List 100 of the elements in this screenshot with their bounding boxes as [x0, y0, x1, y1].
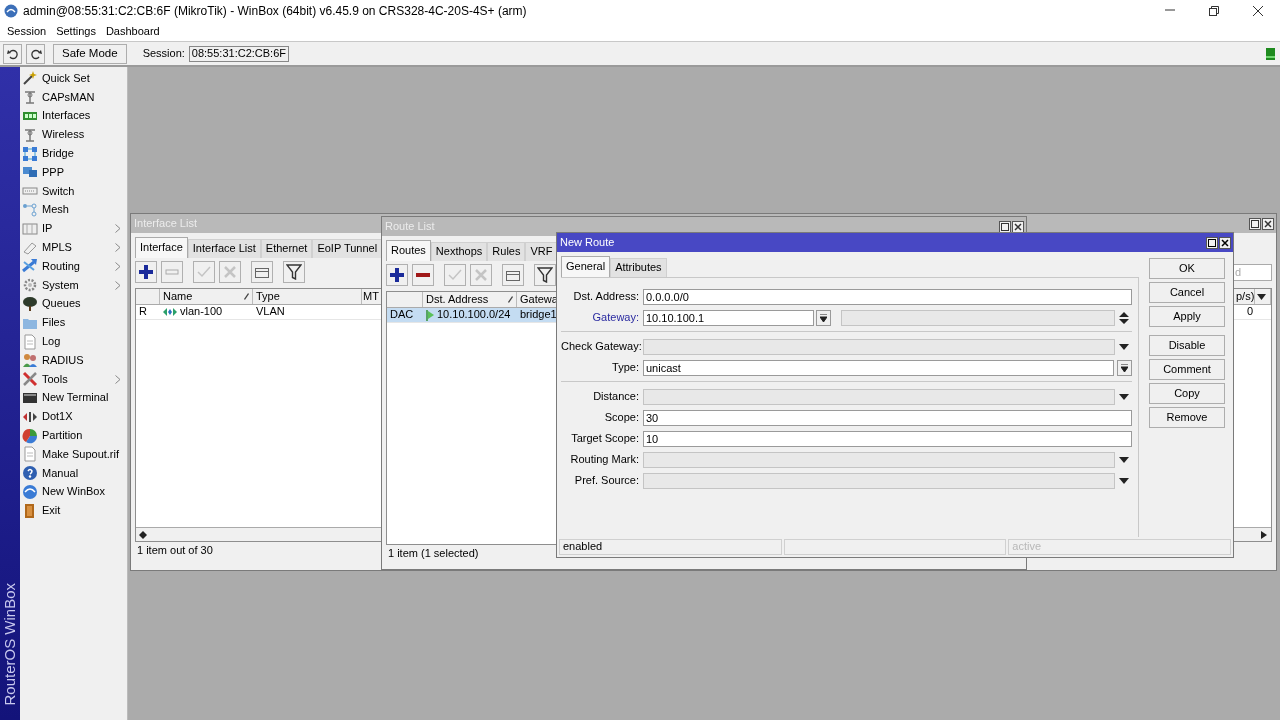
dialog-button[interactable]: Apply — [1149, 306, 1225, 327]
antenna-icon — [22, 89, 38, 106]
maximize-icon[interactable] — [1249, 217, 1261, 230]
column-header[interactable]: Type — [253, 289, 362, 304]
field-label: Dst. Address: — [572, 289, 640, 304]
find-field[interactable]: d — [1232, 263, 1272, 281]
dropdown-icon[interactable] — [1118, 393, 1129, 400]
dropdown-icon[interactable] — [1118, 477, 1129, 484]
column-header[interactable]: MT — [362, 289, 381, 304]
nodes-icon — [22, 201, 38, 218]
dropdown-button[interactable] — [1117, 359, 1132, 376]
dialog-button[interactable]: Copy — [1149, 383, 1225, 404]
sidebar-item[interactable]: Quick Set — [20, 69, 127, 88]
sidebar-item[interactable]: Queues — [20, 294, 127, 314]
menu-item[interactable]: Dashboard — [100, 24, 165, 39]
maximize-icon[interactable] — [999, 220, 1011, 233]
sidebar-item[interactable]: New WinBox — [20, 482, 127, 502]
sidebar-item[interactable]: Manual — [20, 463, 127, 483]
globe-icon — [22, 483, 38, 500]
sidebar-item[interactable]: IP — [20, 219, 127, 239]
dropdown-field[interactable] — [643, 451, 1115, 468]
dropdown-field[interactable] — [643, 472, 1115, 489]
input-field[interactable] — [841, 309, 1115, 326]
sidebar-item[interactable]: System — [20, 275, 127, 295]
tab[interactable]: General — [561, 256, 611, 277]
maximize-icon[interactable] — [1206, 236, 1218, 249]
menu-item[interactable]: Settings — [51, 24, 101, 39]
session-label: Session: — [142, 46, 185, 61]
scroll-right-icon[interactable] — [1260, 530, 1268, 539]
dropdown-icon[interactable] — [1118, 343, 1129, 350]
dropdown-icon — [1121, 363, 1128, 372]
dialog-button[interactable]: Comment — [1149, 359, 1225, 380]
sidebar-item[interactable]: CAPsMAN — [20, 87, 127, 107]
sidebar-item[interactable]: Files — [20, 313, 127, 333]
tools-icon — [22, 371, 38, 388]
close-icon[interactable] — [1219, 236, 1231, 249]
sidebar-item[interactable]: Log — [20, 332, 127, 351]
table-cell: vlan-100 — [180, 305, 223, 319]
input-field[interactable]: 0.0.0.0/0 — [643, 288, 1132, 305]
close-icon[interactable] — [1262, 217, 1274, 230]
sidebar-item[interactable]: RADIUS — [20, 350, 127, 370]
tab[interactable]: Interface List — [187, 239, 261, 258]
input-field[interactable]: 10.10.100.1 — [643, 309, 814, 326]
redo-icon — [29, 47, 42, 60]
restore-icon[interactable] — [1207, 4, 1221, 18]
tab[interactable]: VRF — [525, 242, 558, 261]
table-cell-text: DAC — [389, 308, 415, 322]
antenna-icon — [22, 126, 38, 143]
sidebar-item[interactable]: Bridge — [20, 144, 127, 163]
dropdown-button[interactable] — [816, 309, 831, 326]
dialog-button[interactable]: Cancel — [1149, 282, 1225, 303]
close-icon[interactable] — [1251, 4, 1265, 18]
field-label: Scope: — [603, 410, 640, 425]
sidebar-item[interactable]: Partition — [20, 426, 127, 445]
network-icon — [22, 145, 38, 162]
sidebar-item[interactable]: PPP — [20, 163, 127, 182]
tab[interactable]: Ethernet — [260, 239, 313, 258]
sidebar-item[interactable]: Dot1X — [20, 407, 127, 427]
scroll-left-icon[interactable] — [139, 530, 147, 539]
sidebar-item[interactable]: New Terminal — [20, 388, 127, 408]
table-cell-text: 0 — [1245, 305, 1254, 319]
redo-button[interactable] — [26, 43, 45, 64]
input-field[interactable]: 30 — [643, 409, 1132, 426]
window-title: New Route — [560, 235, 615, 250]
sidebar-item[interactable]: Exit — [20, 501, 127, 521]
menu-item[interactable]: Session — [2, 24, 52, 39]
dialog-button[interactable]: Remove — [1149, 407, 1225, 428]
dropdown-icon[interactable] — [1257, 293, 1266, 300]
sidebar-item[interactable]: Switch — [20, 181, 127, 201]
sidebar-item[interactable]: Routing — [20, 256, 127, 276]
dropdown-field[interactable]: unicast — [643, 359, 1114, 376]
field-label: Type: — [611, 360, 640, 375]
undo-button[interactable] — [3, 43, 22, 64]
up-down-icon[interactable] — [1118, 311, 1129, 324]
tab[interactable]: EoIP Tunnel — [312, 239, 383, 258]
sidebar-item[interactable]: MPLS — [20, 238, 127, 257]
safe-mode-button[interactable]: Safe Mode — [53, 43, 127, 64]
sidebar-item[interactable]: Wireless — [20, 125, 127, 145]
undo-icon — [6, 47, 19, 60]
dropdown-icon — [820, 313, 827, 322]
tab[interactable]: Attributes — [610, 258, 667, 277]
dropdown-icon[interactable] — [1118, 456, 1129, 463]
sidebar-item[interactable]: Make Supout.rif — [20, 444, 127, 464]
column-header[interactable]: Name — [160, 289, 253, 304]
input-field[interactable]: 10 — [643, 430, 1132, 447]
dropdown-field[interactable] — [643, 388, 1115, 405]
dropdown-field[interactable] — [643, 338, 1115, 355]
tab[interactable]: Routes — [386, 240, 431, 261]
column-header[interactable]: Dst. Address — [423, 292, 517, 307]
sidebar-item[interactable]: Interfaces — [20, 106, 127, 126]
sidebar-item[interactable]: Tools — [20, 369, 127, 389]
dialog-button[interactable]: Disable — [1149, 335, 1225, 356]
pie-icon — [22, 427, 38, 444]
dialog-button[interactable]: OK — [1149, 258, 1225, 279]
tab[interactable]: Interface — [135, 237, 188, 258]
sidebar-item[interactable]: Mesh — [20, 200, 127, 220]
close-icon[interactable] — [1012, 220, 1024, 233]
window-title: admin@08:55:31:C2:CB:6F (MikroTik) - WinBox (64bit) v6.45.9 on CRS328-4C-20S-4S+ (arm) — [23, 3, 527, 19]
tab[interactable]: Rules — [487, 242, 526, 261]
tab[interactable]: Nexthops — [430, 242, 488, 261]
